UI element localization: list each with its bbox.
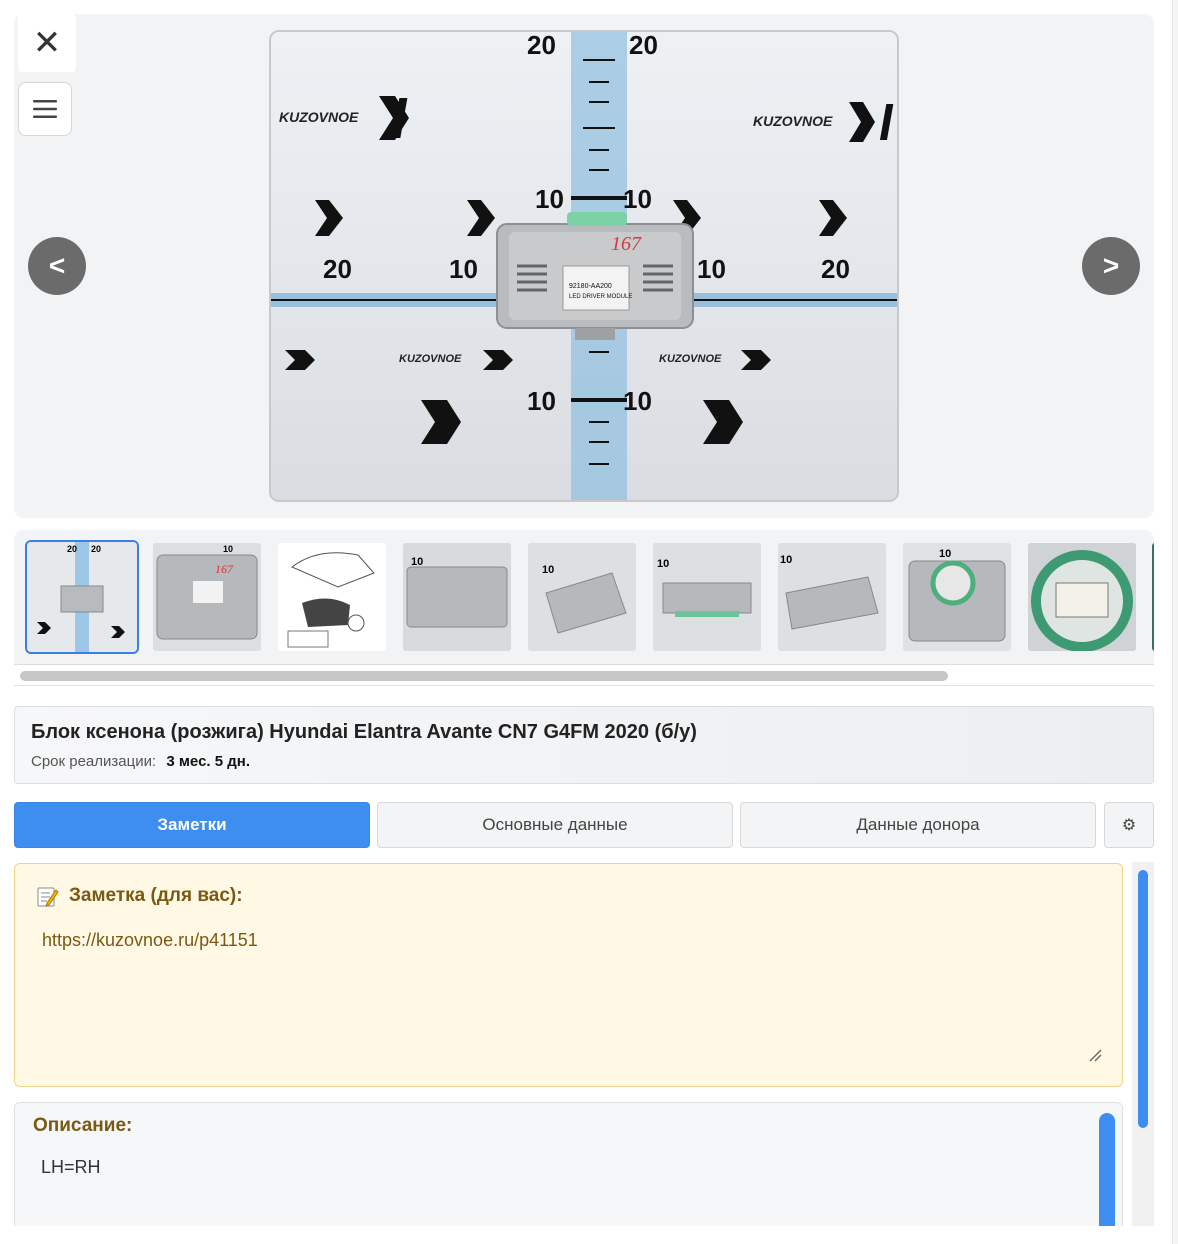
ruler-number: 20	[821, 254, 850, 284]
watermark-text: KUZOVNOE	[659, 353, 722, 365]
module-label-title: LED DRIVER MODULE	[569, 294, 632, 300]
ruler-number: 10	[623, 184, 652, 214]
note-title: Заметка (для вас):	[69, 885, 243, 906]
main-product-photo[interactable]: 20 20 10 10 20 10 10 20 10 10 KUZOVNOE K…	[269, 30, 899, 502]
thumbnail-image	[1152, 543, 1154, 651]
ruler-number: 20	[629, 32, 658, 60]
thumbnail-label: 10	[939, 548, 951, 560]
settings-button[interactable]: ⚙	[1104, 802, 1154, 848]
ruler-number: 20	[527, 32, 556, 60]
thumbnail-scrollbar-thumb[interactable]	[20, 671, 948, 681]
ruler-number: 10	[623, 386, 652, 416]
description-text: LH=RH	[41, 1157, 101, 1177]
thumbnail-label: 167	[215, 562, 234, 576]
thumbnail-image	[1028, 543, 1136, 651]
thumbnail[interactable]: 10	[403, 543, 511, 651]
thumbnail-label: 10	[223, 544, 233, 554]
close-icon: ✕	[32, 24, 62, 62]
thumbnail-image: 167 10	[153, 543, 261, 651]
product-title: Блок ксенона (розжига) Hyundai Elantra A…	[31, 721, 697, 743]
sales-term-value: 3 мес. 5 дн.	[166, 753, 251, 770]
close-button[interactable]: ✕	[18, 14, 76, 72]
thumbnail-strip: 20 20 167 10 10 10 10 10 10	[14, 530, 1154, 664]
ruler-number: 10	[697, 254, 726, 284]
note-card: Заметка (для вас): https://kuzovnoe.ru/p…	[14, 863, 1123, 1087]
thumbnail[interactable]: 20 20	[25, 540, 139, 654]
tab-notes[interactable]: Заметки	[14, 802, 370, 848]
thumbnail-label: 10	[411, 556, 423, 568]
thumbnail-image	[278, 543, 386, 651]
thumbnail[interactable]	[278, 543, 386, 651]
sales-term-label: Срок реализации:	[31, 753, 157, 770]
ruler-number: 10	[527, 386, 556, 416]
thumbnail[interactable]: 167 10	[153, 543, 261, 651]
note-heading: Заметка (для вас):	[35, 884, 243, 908]
thumbnail[interactable]: 10	[903, 543, 1011, 651]
thumbnail-label: 20	[67, 544, 77, 554]
thumbnail-scrollbar[interactable]	[14, 666, 1154, 686]
window-scrollbar[interactable]	[1172, 0, 1178, 1244]
resize-handle-icon[interactable]	[1088, 1048, 1102, 1062]
thumbnail-image: 10	[528, 543, 636, 651]
thumbnail-image: 20 20	[27, 542, 137, 652]
note-textarea[interactable]: https://kuzovnoe.ru/p41151	[42, 930, 258, 951]
thumbnail-label: 10	[657, 558, 669, 570]
chevron-left-icon: <	[48, 250, 66, 281]
description-card: Описание: LH=RH	[14, 1102, 1123, 1244]
tab-main-data[interactable]: Основные данные	[377, 802, 733, 848]
product-header: Блок ксенона (розжига) Hyundai Elantra A…	[14, 706, 1154, 784]
bottom-edge	[0, 1226, 1178, 1244]
thumbnail-image: 10	[403, 543, 511, 651]
ruler-number: 10	[535, 184, 564, 214]
previous-photo-button[interactable]: <	[28, 237, 86, 295]
content-scrollbar-thumb[interactable]	[1138, 870, 1148, 1128]
description-title: Описание:	[33, 1115, 133, 1136]
main-photo-image: 20 20 10 10 20 10 10 20 10 10 KUZOVNOE K…	[271, 32, 897, 500]
chevron-right-icon: >	[1102, 250, 1120, 281]
thumbnail-image: 10	[903, 543, 1011, 651]
ruler-number: 20	[323, 254, 352, 284]
description-scrollbar[interactable]	[1099, 1113, 1115, 1243]
watermark-text: KUZOVNOE	[753, 113, 833, 129]
hamburger-menu-icon	[33, 100, 57, 118]
thumbnail-label: 20	[91, 544, 101, 554]
sales-term-row: Срок реализации: 3 мес. 5 дн.	[31, 753, 250, 770]
content-scrollbar[interactable]	[1132, 862, 1154, 1228]
thumbnail[interactable]: 10	[528, 543, 636, 651]
led-driver-module: 92180-AA200 LED DRIVER MODULE 167	[496, 212, 694, 340]
thumbnail[interactable]	[1028, 543, 1136, 651]
watermark-text: KUZOVNOE	[399, 353, 462, 365]
menu-button[interactable]	[18, 82, 72, 136]
thumbnail-label: 10	[780, 554, 792, 566]
module-marker-number: 167	[611, 233, 642, 255]
tab-donor-data[interactable]: Данные донора	[740, 802, 1096, 848]
watermark-text: KUZOVNOE	[279, 109, 359, 125]
thumbnail-label: 10	[542, 564, 554, 576]
thumbnail-divider	[14, 664, 1154, 665]
thumbnail-image: 10	[653, 543, 761, 651]
thumbnail[interactable]	[1152, 543, 1154, 651]
module-label-part-number: 92180-AA200	[569, 283, 612, 290]
ruler-number: 10	[449, 254, 478, 284]
thumbnail[interactable]: 10	[778, 543, 886, 651]
gear-icon: ⚙	[1121, 817, 1137, 834]
thumbnail-image: 10	[778, 543, 886, 651]
next-photo-button[interactable]: >	[1082, 237, 1140, 295]
memo-icon	[37, 887, 59, 907]
product-viewer-page: 20 20 10 10 20 10 10 20 10 10 KUZOVNOE K…	[0, 0, 1178, 1244]
thumbnail[interactable]: 10	[653, 543, 761, 651]
